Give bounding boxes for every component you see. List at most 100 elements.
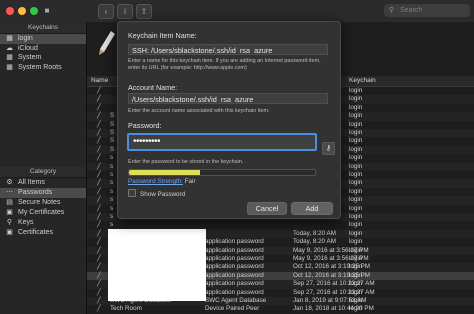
sidebar-item-label: login xyxy=(18,35,33,42)
password-strength-fill xyxy=(129,170,200,175)
item-name-cell: s xyxy=(110,204,114,212)
show-password-checkbox[interactable]: Show Password xyxy=(128,189,185,198)
account-name-field[interactable]: /Users/sblackstone/.ssh/id_rsa_azure xyxy=(128,93,328,104)
item-kind-cell: application password xyxy=(205,271,264,279)
password-item-icon: ╱ xyxy=(97,264,101,271)
item-name-field[interactable]: SSH: /Users/sblackstone/.ssh/id_rsa_azur… xyxy=(128,44,328,55)
item-keychain-cell: login xyxy=(349,297,363,304)
item-keychain-cell: login xyxy=(349,187,363,195)
item-keychain-cell: login xyxy=(349,179,363,187)
item-name-cell: s xyxy=(110,187,114,195)
item-kind-cell: application password xyxy=(205,238,264,246)
item-kind-cell: application password xyxy=(205,255,264,262)
item-kind-cell: application password xyxy=(205,280,264,288)
item-keychain-cell: login xyxy=(349,162,363,170)
item-name-cell: s xyxy=(110,162,114,170)
sidebar-item-login[interactable]: ▦ login xyxy=(0,34,86,44)
lock-icon[interactable]: ■ xyxy=(43,4,51,17)
item-name-cell: Tech Room xyxy=(110,305,142,313)
item-kind-cell: Device Paired Peer xyxy=(205,305,260,313)
sidebar-item-label: System xyxy=(18,54,42,61)
password-item-icon: ╱ xyxy=(97,230,101,237)
password-item-icon: ╱ xyxy=(97,239,101,246)
item-keychain-cell: login xyxy=(349,154,363,162)
item-keychain-cell: login xyxy=(349,221,363,229)
lock-icon: ▦ xyxy=(6,54,13,61)
sidebar-item-secure-notes[interactable]: ▤ Secure Notes xyxy=(0,198,86,208)
password-item-icon: ╱ xyxy=(97,306,101,313)
item-name-cell: S xyxy=(110,129,115,136)
sidebar-item-system-roots[interactable]: ▦ System Roots xyxy=(0,63,86,73)
sidebar-item-label: iCloud xyxy=(18,44,38,52)
toolbar: ■ ‹ i ⇧ ⚲ Search xyxy=(0,0,474,23)
password-label: Password: xyxy=(128,121,162,130)
password-item-icon: ╱ xyxy=(97,214,101,220)
search-placeholder: Search xyxy=(400,7,423,14)
item-name-cell: s xyxy=(110,213,114,220)
password-item-icon: ╱ xyxy=(97,281,101,288)
password-item-icon: ╱ xyxy=(97,172,101,178)
sidebar-item-label: Keys xyxy=(18,219,34,226)
password-item-icon: ╱ xyxy=(97,121,101,128)
item-keychain-cell: login xyxy=(349,95,363,103)
sidebar-item-label: All Items xyxy=(18,179,45,186)
password-strength-meter xyxy=(128,169,316,176)
close-window-button[interactable] xyxy=(6,7,14,15)
item-name-cell: S xyxy=(110,112,115,120)
new-password-dialog: Keychain Item Name: SSH: /Users/sblackst… xyxy=(117,21,341,219)
item-name-cell: S xyxy=(110,120,115,128)
password-item-icon: ╱ xyxy=(97,197,101,204)
password-item-icon: ╱ xyxy=(97,256,101,262)
password-strength-row: Password Strength: Fair xyxy=(128,178,196,185)
sidebar-item-all-items[interactable]: ⚙ All Items xyxy=(0,178,86,188)
zoom-window-button[interactable] xyxy=(30,7,38,15)
minimize-window-button[interactable] xyxy=(18,7,26,15)
item-date-cell: Sep 27, 2016 at 10:23:27 AM xyxy=(293,288,375,296)
sidebar-item-label: System Roots xyxy=(18,63,62,71)
item-keychain-cell: login xyxy=(349,87,363,94)
column-keychain-header[interactable]: Keychain xyxy=(349,76,376,86)
password-item-icon: ╱ xyxy=(97,104,101,111)
add-button[interactable]: Add xyxy=(291,202,333,215)
item-kind-cell: application password xyxy=(205,288,264,296)
sidebar-item-my-certificates[interactable]: ▣ My Certificates xyxy=(0,208,86,218)
password-item-icon: ╱ xyxy=(97,289,101,296)
item-keychain-cell: login xyxy=(349,238,363,246)
table-row[interactable]: ╱ Tech Room Device Paired Peer Jan 18, 2018… xyxy=(87,305,474,313)
info-button[interactable]: i xyxy=(117,4,133,19)
sidebar-item-icloud[interactable]: ☁ iCloud xyxy=(0,44,86,54)
back-button[interactable]: ‹ xyxy=(98,4,114,19)
cancel-button[interactable]: Cancel xyxy=(247,202,287,215)
item-keychain-cell: login xyxy=(349,246,363,254)
account-name-hint: Enter the account name associated with t… xyxy=(128,108,270,114)
item-name-cell: s xyxy=(110,196,114,204)
search-input[interactable]: ⚲ Search xyxy=(384,4,470,17)
password-item-icon: ╱ xyxy=(97,155,101,162)
category-header: Category xyxy=(0,167,86,178)
sidebar-item-certificates[interactable]: ▣ Certificates xyxy=(0,228,86,238)
sidebar-item-system[interactable]: ▦ System xyxy=(0,53,86,63)
item-keychain-cell: login xyxy=(349,196,363,204)
checkbox-box[interactable] xyxy=(128,189,136,197)
sidebar-item-keys[interactable]: ⚲ Keys xyxy=(0,218,86,228)
item-keychain-cell: login xyxy=(349,129,363,136)
share-button[interactable]: ⇧ xyxy=(136,4,152,19)
password-strength-link[interactable]: Password Strength: xyxy=(128,178,183,185)
password-item-icon: ╱ xyxy=(97,180,101,187)
password-assistant-key-icon[interactable]: ⚷ xyxy=(322,142,335,155)
item-date-cell: Today, 8:20 AM xyxy=(293,229,336,237)
item-keychain-cell: login xyxy=(349,213,363,220)
item-date-cell: Sep 27, 2016 at 10:23:27 AM xyxy=(293,280,375,288)
password-item-icon: ╱ xyxy=(97,222,101,229)
cloud-icon: ☁ xyxy=(6,44,13,52)
lock-icon: ▦ xyxy=(6,63,13,71)
sidebar: Keychains ▦ login ☁ iCloud ▦ System ▦ Sy… xyxy=(0,22,87,314)
item-name-hint: Enter a name for this keychain item. If … xyxy=(128,58,321,71)
column-name-header[interactable]: Name xyxy=(91,76,108,86)
password-field[interactable]: ••••••••• xyxy=(127,133,317,151)
sidebar-item-passwords[interactable]: ⋯ Passwords xyxy=(0,188,86,198)
pencil-icon xyxy=(99,31,115,55)
all-items-icon: ⚙ xyxy=(6,179,13,186)
item-keychain-cell: login xyxy=(349,204,363,212)
password-item-icon: ╱ xyxy=(97,138,101,145)
